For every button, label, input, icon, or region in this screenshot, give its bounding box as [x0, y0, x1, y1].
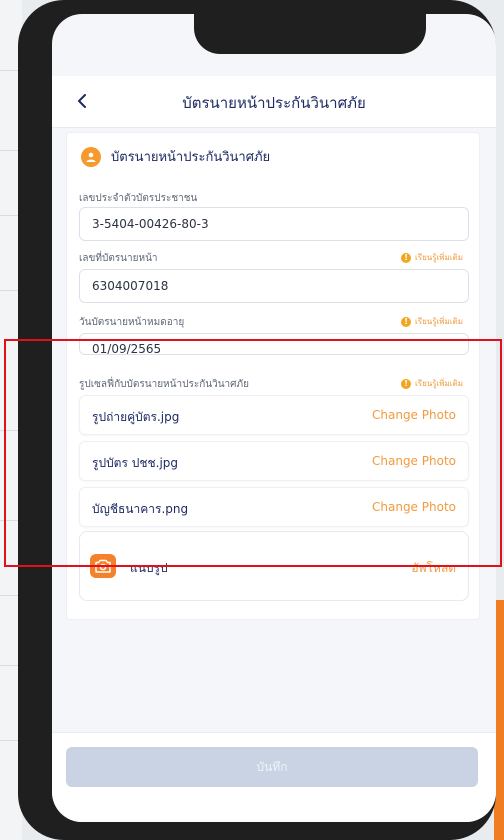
footer-bar: บันทึก [52, 732, 496, 822]
file-row-id-card: รูปบัตร ปชช.jpg Change Photo [79, 441, 469, 481]
expiry-date-value: 01/09/2565 [92, 342, 162, 355]
file-row-bank-account: บัญชีธนาคาร.png Change Photo [79, 487, 469, 527]
broker-number-field[interactable]: 6304007018 [79, 269, 469, 303]
expiry-date-field[interactable]: 01/09/2565 [79, 333, 469, 355]
person-icon [81, 146, 101, 167]
app-header: บัตรนายหน้าประกันวินาศภัย [52, 76, 496, 128]
documents-label: รูปเซลฟี่กับบัตรนายหน้าประกันวินาศภัย [79, 379, 249, 390]
page-title: บัตรนายหน้าประกันวินาศภัย [182, 94, 366, 112]
info-icon: ! [401, 252, 412, 263]
expiry-date-more-info[interactable]: ! เรียนรู้เพิ่มเติม [401, 315, 463, 328]
change-photo-button[interactable]: Change Photo [372, 454, 456, 468]
chevron-left-icon [78, 94, 86, 108]
phone-notch [194, 14, 426, 54]
info-icon: ! [401, 316, 412, 327]
more-info-label: เรียนรู้เพิ่มเติม [415, 253, 463, 262]
file-name: รูปบัตร ปชช.jpg [92, 456, 179, 470]
citizen-id-field[interactable]: 3-5404-00426-80-3 [79, 207, 469, 241]
upload-button[interactable]: อัพโหลด [411, 559, 456, 578]
camera-icon[interactable] [90, 554, 116, 578]
file-name: รูปถ่ายคู่บัตร.jpg [92, 410, 180, 424]
file-name: บัญชีธนาคาร.png [92, 502, 189, 516]
change-photo-button[interactable]: Change Photo [372, 408, 456, 422]
citizen-id-label: เลขประจำตัวบัตรประชาชน [79, 193, 198, 204]
info-icon: ! [401, 378, 412, 389]
attach-photo-label: แนบรูป [130, 561, 168, 575]
more-info-label: เรียนรู้เพิ่มเติม [415, 317, 463, 326]
phone-screen: บัตรนายหน้าประกันวินาศภัย บัตรนายหน้าประ… [52, 14, 496, 822]
file-row-selfie: รูปถ่ายคู่บัตร.jpg Change Photo [79, 395, 469, 435]
broker-number-label: เลขที่บัตรนายหน้า [79, 253, 158, 264]
save-button[interactable]: บันทึก [66, 747, 478, 787]
change-photo-button[interactable]: Change Photo [372, 500, 456, 514]
more-info-label: เรียนรู้เพิ่มเติม [415, 379, 463, 388]
phone-frame: บัตรนายหน้าประกันวินาศภัย บัตรนายหน้าประ… [18, 0, 496, 840]
back-button[interactable] [70, 86, 94, 116]
documents-more-info[interactable]: ! เรียนรู้เพิ่มเติม [401, 377, 463, 390]
broker-number-more-info[interactable]: ! เรียนรู้เพิ่มเติม [401, 251, 463, 264]
expiry-date-label: วันบัตรนายหน้าหมดอายุ [79, 317, 185, 328]
section-header: บัตรนายหน้าประกันวินาศภัย [81, 146, 270, 167]
section-title: บัตรนายหน้าประกันวินาศภัย [111, 150, 271, 165]
broker-card-form: บัตรนายหน้าประกันวินาศภัย เลขประจำตัวบัต… [66, 132, 480, 620]
attach-photo-box: แนบรูป อัพโหลด [79, 531, 469, 601]
